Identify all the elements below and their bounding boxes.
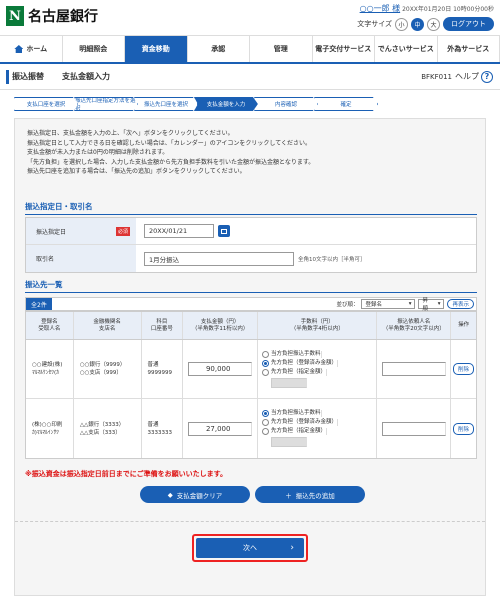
step-5: 内容確認 — [254, 97, 318, 111]
next-button[interactable]: 次へ › — [196, 538, 304, 558]
page-title: 振込振替 支払金額入力 BFKF011 ヘルプ? — [0, 64, 500, 90]
table-header: 登録名 受取人名 金融機関名 支店名 科目 口座番号 支払金額（円） （半角数字11桁以… — [26, 312, 476, 340]
nav-transfers[interactable]: 資金移動 — [125, 36, 188, 62]
record-count: 全2件 — [26, 298, 52, 310]
home-icon — [14, 45, 24, 53]
help-icon: ? — [481, 70, 493, 83]
divider — [15, 521, 485, 522]
delete-button[interactable]: 削除 — [453, 422, 475, 435]
fee-option-ours[interactable]: 当方負担振込手数料 — [262, 350, 322, 358]
font-size-label: 文字サイズ — [357, 20, 392, 28]
nav-densai[interactable]: でんさいサービス — [375, 36, 438, 62]
step-6: 確定 — [314, 97, 378, 111]
redisplay-button[interactable]: 再表示 — [447, 299, 474, 309]
fee-option-theirs-specified[interactable]: 先方負担（指定金額） — [262, 428, 328, 435]
amount-input[interactable]: 90,000 — [188, 362, 253, 376]
bank-logo[interactable]: N 名古屋銀行 — [6, 6, 98, 26]
fee-option-ours[interactable]: 当方負担振込手数料 — [262, 410, 322, 417]
sort-order-select[interactable]: 昇順 ▾ — [418, 298, 445, 312]
logo-mark: N — [6, 6, 24, 26]
next-button-highlight: 次へ › — [192, 534, 308, 562]
user-name[interactable]: ○○一郎 様 — [360, 4, 401, 13]
fee-input[interactable] — [271, 437, 308, 447]
amount-input[interactable]: 27,000 — [188, 421, 253, 436]
nav-home[interactable]: ホーム — [0, 36, 63, 62]
eraser-icon: ◆ — [167, 490, 173, 499]
nav-admin[interactable]: 管理 — [250, 36, 313, 62]
logo-text: 名古屋銀行 — [28, 9, 98, 25]
sort-key-select[interactable]: 登録名 ▾ — [361, 299, 416, 309]
table-row: (株)○○印刷 ｶ)ﾏﾙﾏﾙｲﾝｻﾂ △△銀行（3333） △△支店（333） 普通… — [26, 399, 476, 458]
nav-statements[interactable]: 明細照会 — [63, 36, 125, 62]
required-badge: 必須 — [115, 226, 130, 236]
plus-icon: ＋ — [285, 491, 292, 500]
header: N 名古屋銀行 ○○一郎 様 20XX年01月20日 10時00分00秒 文字サ… — [0, 0, 500, 36]
date-section-heading: 振込指定日・取引名 — [25, 201, 477, 215]
step-3: 振込先口座を選択 — [134, 97, 198, 111]
step-2: 振込先口座指定方法を選択 — [74, 97, 138, 111]
fee-option-theirs-registered[interactable]: 先方負担（登録済み金額） — [262, 359, 339, 367]
date-form: 振込指定日 必須 20XX/01/21 取引名 1月分振込 全角10文字以内［半角可… — [25, 217, 477, 273]
chevron-right-icon: › — [290, 543, 294, 553]
table-row: ○○建設(株) ﾏﾙﾏﾙｹﾝｾﾂ(ｶ ○○銀行（9999） ○○支店（999） 普通… — [26, 340, 476, 399]
fee-input[interactable] — [271, 377, 308, 388]
transfer-date-input[interactable]: 20XX/01/21 — [144, 224, 214, 238]
nav-approval[interactable]: 承認 — [188, 36, 250, 62]
screen-id: BFKF011 — [421, 72, 452, 81]
nav-e-delivery[interactable]: 電子交付サービス — [313, 36, 375, 62]
main-panel: 振込指定日、支払金額を入力の上、「次へ」ボタンをクリックしてください。 振込指定日… — [14, 118, 486, 596]
add-payee-button[interactable]: ＋振込先の追加 — [255, 486, 365, 503]
list-toolbar: 全2件 並び順： 登録名 ▾ 昇順 ▾ 再表示 — [25, 297, 477, 312]
calendar-icon[interactable] — [218, 225, 230, 237]
funding-warning: ※振込資金は振込指定日前日までにご準備をお願いいたします。 — [25, 470, 227, 478]
step-1: 支払口座を選択 — [14, 97, 78, 111]
fee-option-theirs-registered[interactable]: 先方負担（登録済み金額） — [262, 419, 339, 426]
fee-option-theirs-specified[interactable]: 先方負担（指定金額） — [262, 368, 328, 376]
logout-button[interactable]: ログアウト — [443, 17, 494, 31]
delete-button[interactable]: 削除 — [453, 363, 475, 375]
step-4-current: 支払金額を入力 — [194, 97, 258, 111]
instructions: 振込指定日、支払金額を入力の上、「次へ」ボタンをクリックしてください。 振込指定日… — [27, 130, 315, 175]
title-sub: 支払金額入力 — [62, 72, 110, 81]
name-hint: 全角10文字以内［半角可］ — [298, 256, 366, 263]
font-medium-button[interactable]: 中 — [411, 17, 424, 31]
progress-steps: 支払口座を選択 振込先口座指定方法を選択 振込先口座を選択 支払金額を入力 内容… — [14, 97, 378, 111]
title-main: 振込振替 — [12, 72, 44, 81]
payee-table: 登録名 受取人名 金融機関名 支店名 科目 口座番号 支払金額（円） （半角数字11桁以… — [25, 311, 477, 459]
clear-amounts-button[interactable]: ◆ 支払金額クリア — [140, 486, 250, 503]
transaction-name-input[interactable]: 1月分振込 — [144, 251, 294, 266]
list-heading: 振込先一覧 — [25, 279, 477, 293]
requester-name-input[interactable] — [381, 421, 446, 436]
font-large-button[interactable]: 大 — [427, 17, 440, 31]
nav-forex[interactable]: 外為サービス — [438, 36, 500, 62]
last-login: 20XX年01月20日 10時00分00秒 — [402, 6, 494, 13]
help-link[interactable]: ヘルプ? — [455, 70, 493, 83]
font-small-button[interactable]: 小 — [395, 17, 408, 31]
requester-name-input[interactable] — [381, 362, 446, 376]
main-nav: ホーム 明細照会 資金移動 承認 管理 電子交付サービス でんさいサービス 外為… — [0, 36, 500, 64]
